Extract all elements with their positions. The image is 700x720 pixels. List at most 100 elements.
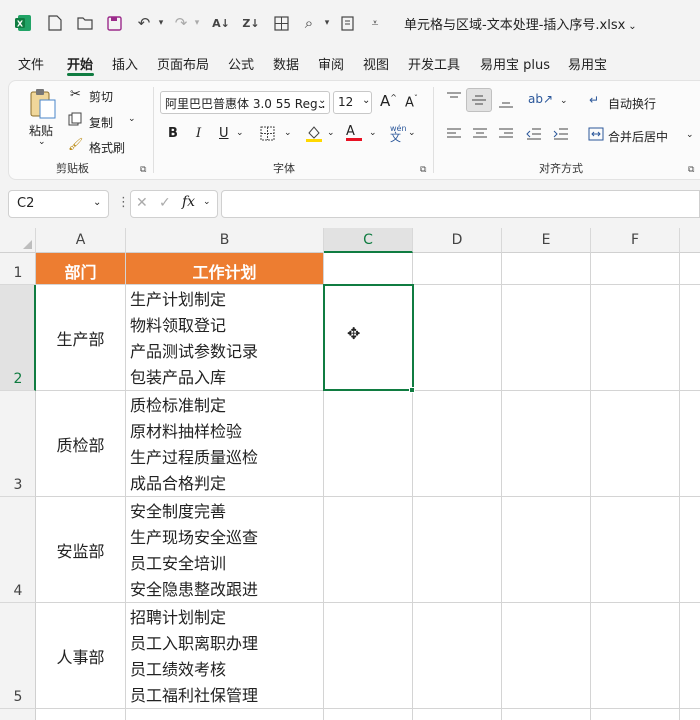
borders-icon[interactable] <box>270 12 292 34</box>
tab-easyuse[interactable]: 易用宝 <box>568 54 607 73</box>
grid-cell[interactable] <box>680 253 700 285</box>
plan-cell[interactable]: 生产计划制定 物料领取登记 产品测试参数记录 包装产品入库 <box>126 285 324 391</box>
enter-icon[interactable]: ✓ <box>159 195 171 211</box>
dept-cell[interactable]: 生产部 <box>36 285 126 391</box>
orientation-dropdown-icon[interactable]: ⌄ <box>560 96 568 106</box>
grid-cell[interactable] <box>591 391 680 497</box>
find-dropdown-icon[interactable]: ▾ <box>316 12 338 34</box>
column-header-b[interactable]: B <box>126 228 324 253</box>
font-color-icon[interactable]: A <box>346 124 362 141</box>
italic-button[interactable]: I <box>196 126 201 141</box>
row-header-6[interactable] <box>0 709 36 720</box>
clipboard-launcher-icon[interactable]: ⧉ <box>140 165 146 175</box>
border-button-icon[interactable] <box>260 126 275 144</box>
grid-cell[interactable] <box>591 709 680 720</box>
dept-cell[interactable]: 人事部 <box>36 603 126 709</box>
align-left-icon[interactable] <box>446 128 462 143</box>
redo-dropdown-icon[interactable]: ▾ <box>186 12 208 34</box>
header-cell-dept[interactable]: 部门 <box>36 253 126 285</box>
underline-button[interactable]: U <box>219 126 229 141</box>
align-right-icon[interactable] <box>498 128 514 143</box>
tab-file[interactable]: 文件 <box>18 54 44 73</box>
format-painter-button[interactable]: 格式刷 <box>89 139 125 156</box>
form-icon[interactable] <box>336 12 358 34</box>
font-launcher-icon[interactable]: ⧉ <box>420 165 426 175</box>
column-header-d[interactable]: D <box>413 228 502 253</box>
grid-cell[interactable] <box>413 603 502 709</box>
sort-descending-icon[interactable]: Z↓ <box>240 12 262 34</box>
column-header-partial[interactable] <box>680 228 700 253</box>
increase-font-size-icon[interactable]: A^ <box>380 92 397 110</box>
fill-color-icon[interactable] <box>305 124 323 145</box>
grid-cell[interactable] <box>324 603 413 709</box>
decrease-font-size-icon[interactable]: Aˇ <box>405 94 418 110</box>
merge-center-button[interactable]: 合并后居中 <box>608 128 668 145</box>
formula-bar-menu-icon[interactable]: ⋮ <box>117 195 130 210</box>
dept-cell[interactable]: 质检部 <box>36 391 126 497</box>
column-header-f[interactable]: F <box>591 228 680 253</box>
plan-cell[interactable]: 质检标准制定 原材料抽样检验 生产过程质量巡检 成品合格判定 <box>126 391 324 497</box>
tab-data[interactable]: 数据 <box>273 54 299 73</box>
grid-cell[interactable] <box>591 253 680 285</box>
row-header-5[interactable]: 5 <box>0 603 36 709</box>
grid-cell[interactable] <box>680 497 700 603</box>
grid-cell[interactable] <box>413 285 502 391</box>
grid-cell[interactable] <box>413 391 502 497</box>
increase-indent-icon[interactable] <box>553 127 569 144</box>
tab-view[interactable]: 视图 <box>363 54 389 73</box>
copy-dropdown-icon[interactable]: ⌄ <box>128 114 136 124</box>
grid-cell[interactable] <box>413 253 502 285</box>
grid-cell[interactable] <box>324 391 413 497</box>
tab-developer[interactable]: 开发工具 <box>408 54 460 73</box>
wrap-text-button[interactable]: 自动换行 <box>608 95 656 112</box>
column-header-a[interactable]: A <box>36 228 126 253</box>
fx-dropdown-icon[interactable]: ⌄ <box>203 197 211 207</box>
grid-cell[interactable] <box>36 709 126 720</box>
grid-cell[interactable] <box>680 391 700 497</box>
plan-cell[interactable]: 安全制度完善 生产现场安全巡查 员工安全培训 安全隐患整改跟进 <box>126 497 324 603</box>
paste-icon[interactable] <box>28 88 58 124</box>
bold-button[interactable]: B <box>168 126 178 141</box>
new-file-icon[interactable] <box>44 12 66 34</box>
fill-color-dropdown-icon[interactable]: ⌄ <box>327 128 335 138</box>
align-middle-button[interactable] <box>466 88 492 112</box>
tab-home[interactable]: 开始 <box>67 54 93 73</box>
font-color-dropdown-icon[interactable]: ⌄ <box>369 128 377 138</box>
insert-function-button[interactable]: fx <box>182 194 195 210</box>
grid-cell[interactable] <box>502 285 591 391</box>
copy-button[interactable]: 复制 <box>89 114 113 131</box>
paste-dropdown-icon[interactable]: ⌄ <box>38 137 46 147</box>
font-name-combo[interactable]: 阿里巴巴普惠体 3.0 55 Regu <box>160 91 330 114</box>
grid-cell[interactable] <box>324 497 413 603</box>
row-header-1[interactable]: 1 <box>0 253 36 285</box>
tab-page-layout[interactable]: 页面布局 <box>157 54 209 73</box>
font-size-dropdown-icon[interactable]: ⌄ <box>362 95 370 106</box>
name-box-dropdown-icon[interactable]: ⌄ <box>93 197 101 208</box>
grid-cell[interactable] <box>413 497 502 603</box>
underline-dropdown-icon[interactable]: ⌄ <box>236 128 244 138</box>
merge-dropdown-icon[interactable]: ⌄ <box>686 130 694 140</box>
dept-cell[interactable]: 安监部 <box>36 497 126 603</box>
grid-cell[interactable] <box>324 709 413 720</box>
select-all-corner[interactable] <box>0 228 36 253</box>
grid-cell[interactable] <box>502 391 591 497</box>
active-cell-selection[interactable] <box>323 284 414 391</box>
grid-cell[interactable] <box>502 253 591 285</box>
header-cell-plan[interactable]: 工作计划 <box>126 253 324 285</box>
grid-cell[interactable] <box>591 285 680 391</box>
row-header-4[interactable]: 4 <box>0 497 36 603</box>
row-header-2[interactable]: 2 <box>0 285 36 391</box>
grid-cell[interactable] <box>591 603 680 709</box>
grid-cell[interactable] <box>502 709 591 720</box>
orientation-icon[interactable]: ab↗ <box>528 92 553 106</box>
sort-ascending-icon[interactable]: A↓ <box>210 12 232 34</box>
customize-qat-icon[interactable]: ⩡ <box>364 12 386 34</box>
grid-cell[interactable] <box>680 285 700 391</box>
grid-cell[interactable] <box>502 603 591 709</box>
title-dropdown-icon[interactable]: ⌄ <box>628 21 636 32</box>
alignment-launcher-icon[interactable]: ⧉ <box>688 165 694 175</box>
grid-cell[interactable] <box>591 497 680 603</box>
grid-cell[interactable] <box>126 709 324 720</box>
cut-button[interactable]: 剪切 <box>89 88 113 105</box>
cancel-icon[interactable]: ✕ <box>136 195 148 211</box>
